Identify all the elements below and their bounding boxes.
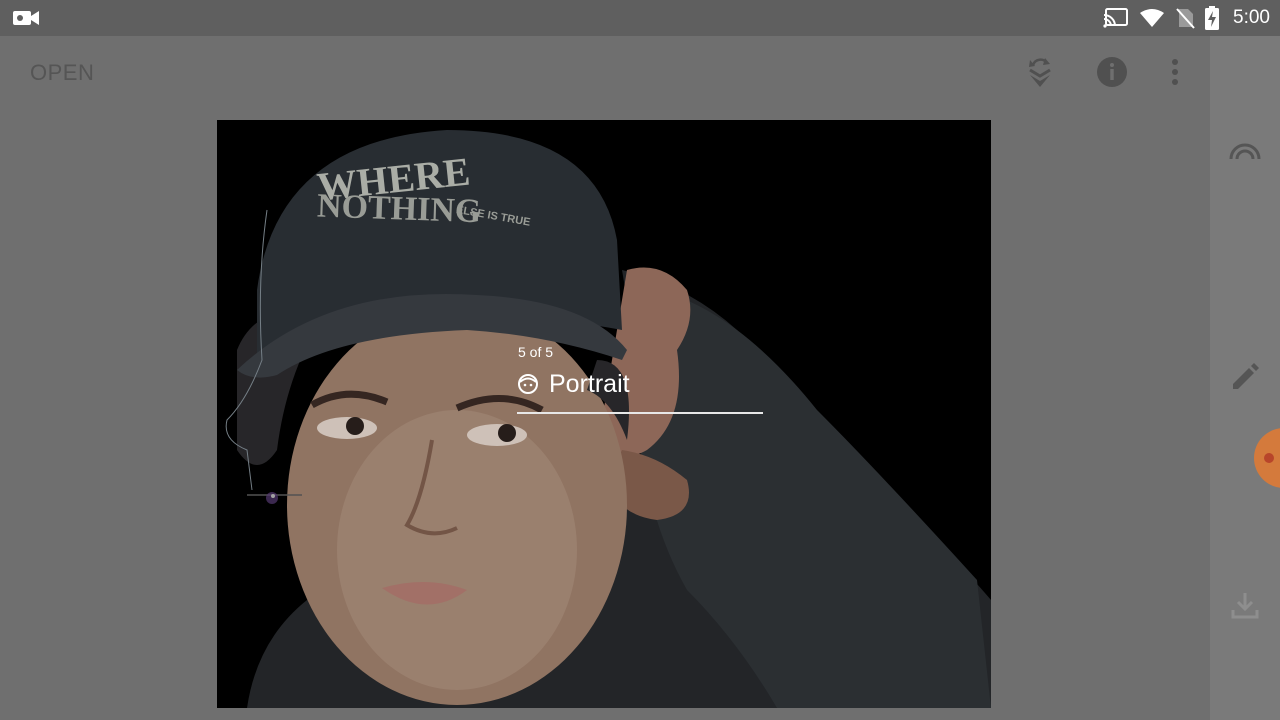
filter-row[interactable]: Portrait	[517, 366, 763, 402]
cast-icon	[1103, 8, 1129, 28]
status-bar: 5:00	[0, 0, 1280, 36]
right-rail	[1210, 36, 1280, 720]
filter-name: Portrait	[549, 369, 630, 398]
canvas-dim	[217, 120, 991, 708]
filter-position: 5 of 5	[518, 344, 554, 360]
edit-pencil-icon[interactable]	[1228, 360, 1262, 394]
filter-picker[interactable]: 5 of 5 Portrait	[517, 344, 763, 414]
info-icon[interactable]	[1094, 54, 1130, 90]
app-bar: OPEN	[0, 36, 1210, 108]
more-vert-icon[interactable]	[1157, 54, 1193, 90]
tools-fab-button[interactable]	[1254, 428, 1280, 488]
snapseed-screen: 5:00 OPEN WHERE NOTHING ELSE IS TRUE 5 o…	[0, 0, 1280, 720]
face-icon	[518, 374, 538, 394]
status-icons: 5:00	[1103, 0, 1270, 36]
open-button[interactable]: OPEN	[30, 60, 94, 86]
export-download-icon[interactable]	[1228, 588, 1262, 622]
status-clock: 5:00	[1233, 7, 1270, 28]
layers-undo-icon[interactable]	[1022, 54, 1058, 90]
battery-charging-icon	[1205, 6, 1220, 30]
filter-underline	[517, 412, 763, 414]
fab-dot	[1264, 453, 1274, 463]
photo-canvas[interactable]: WHERE NOTHING ELSE IS TRUE	[217, 120, 991, 708]
screen-record-icon	[13, 11, 39, 25]
wifi-icon	[1140, 9, 1165, 27]
looks-arc-icon[interactable]	[1228, 132, 1262, 166]
no-sim-icon	[1176, 8, 1195, 29]
